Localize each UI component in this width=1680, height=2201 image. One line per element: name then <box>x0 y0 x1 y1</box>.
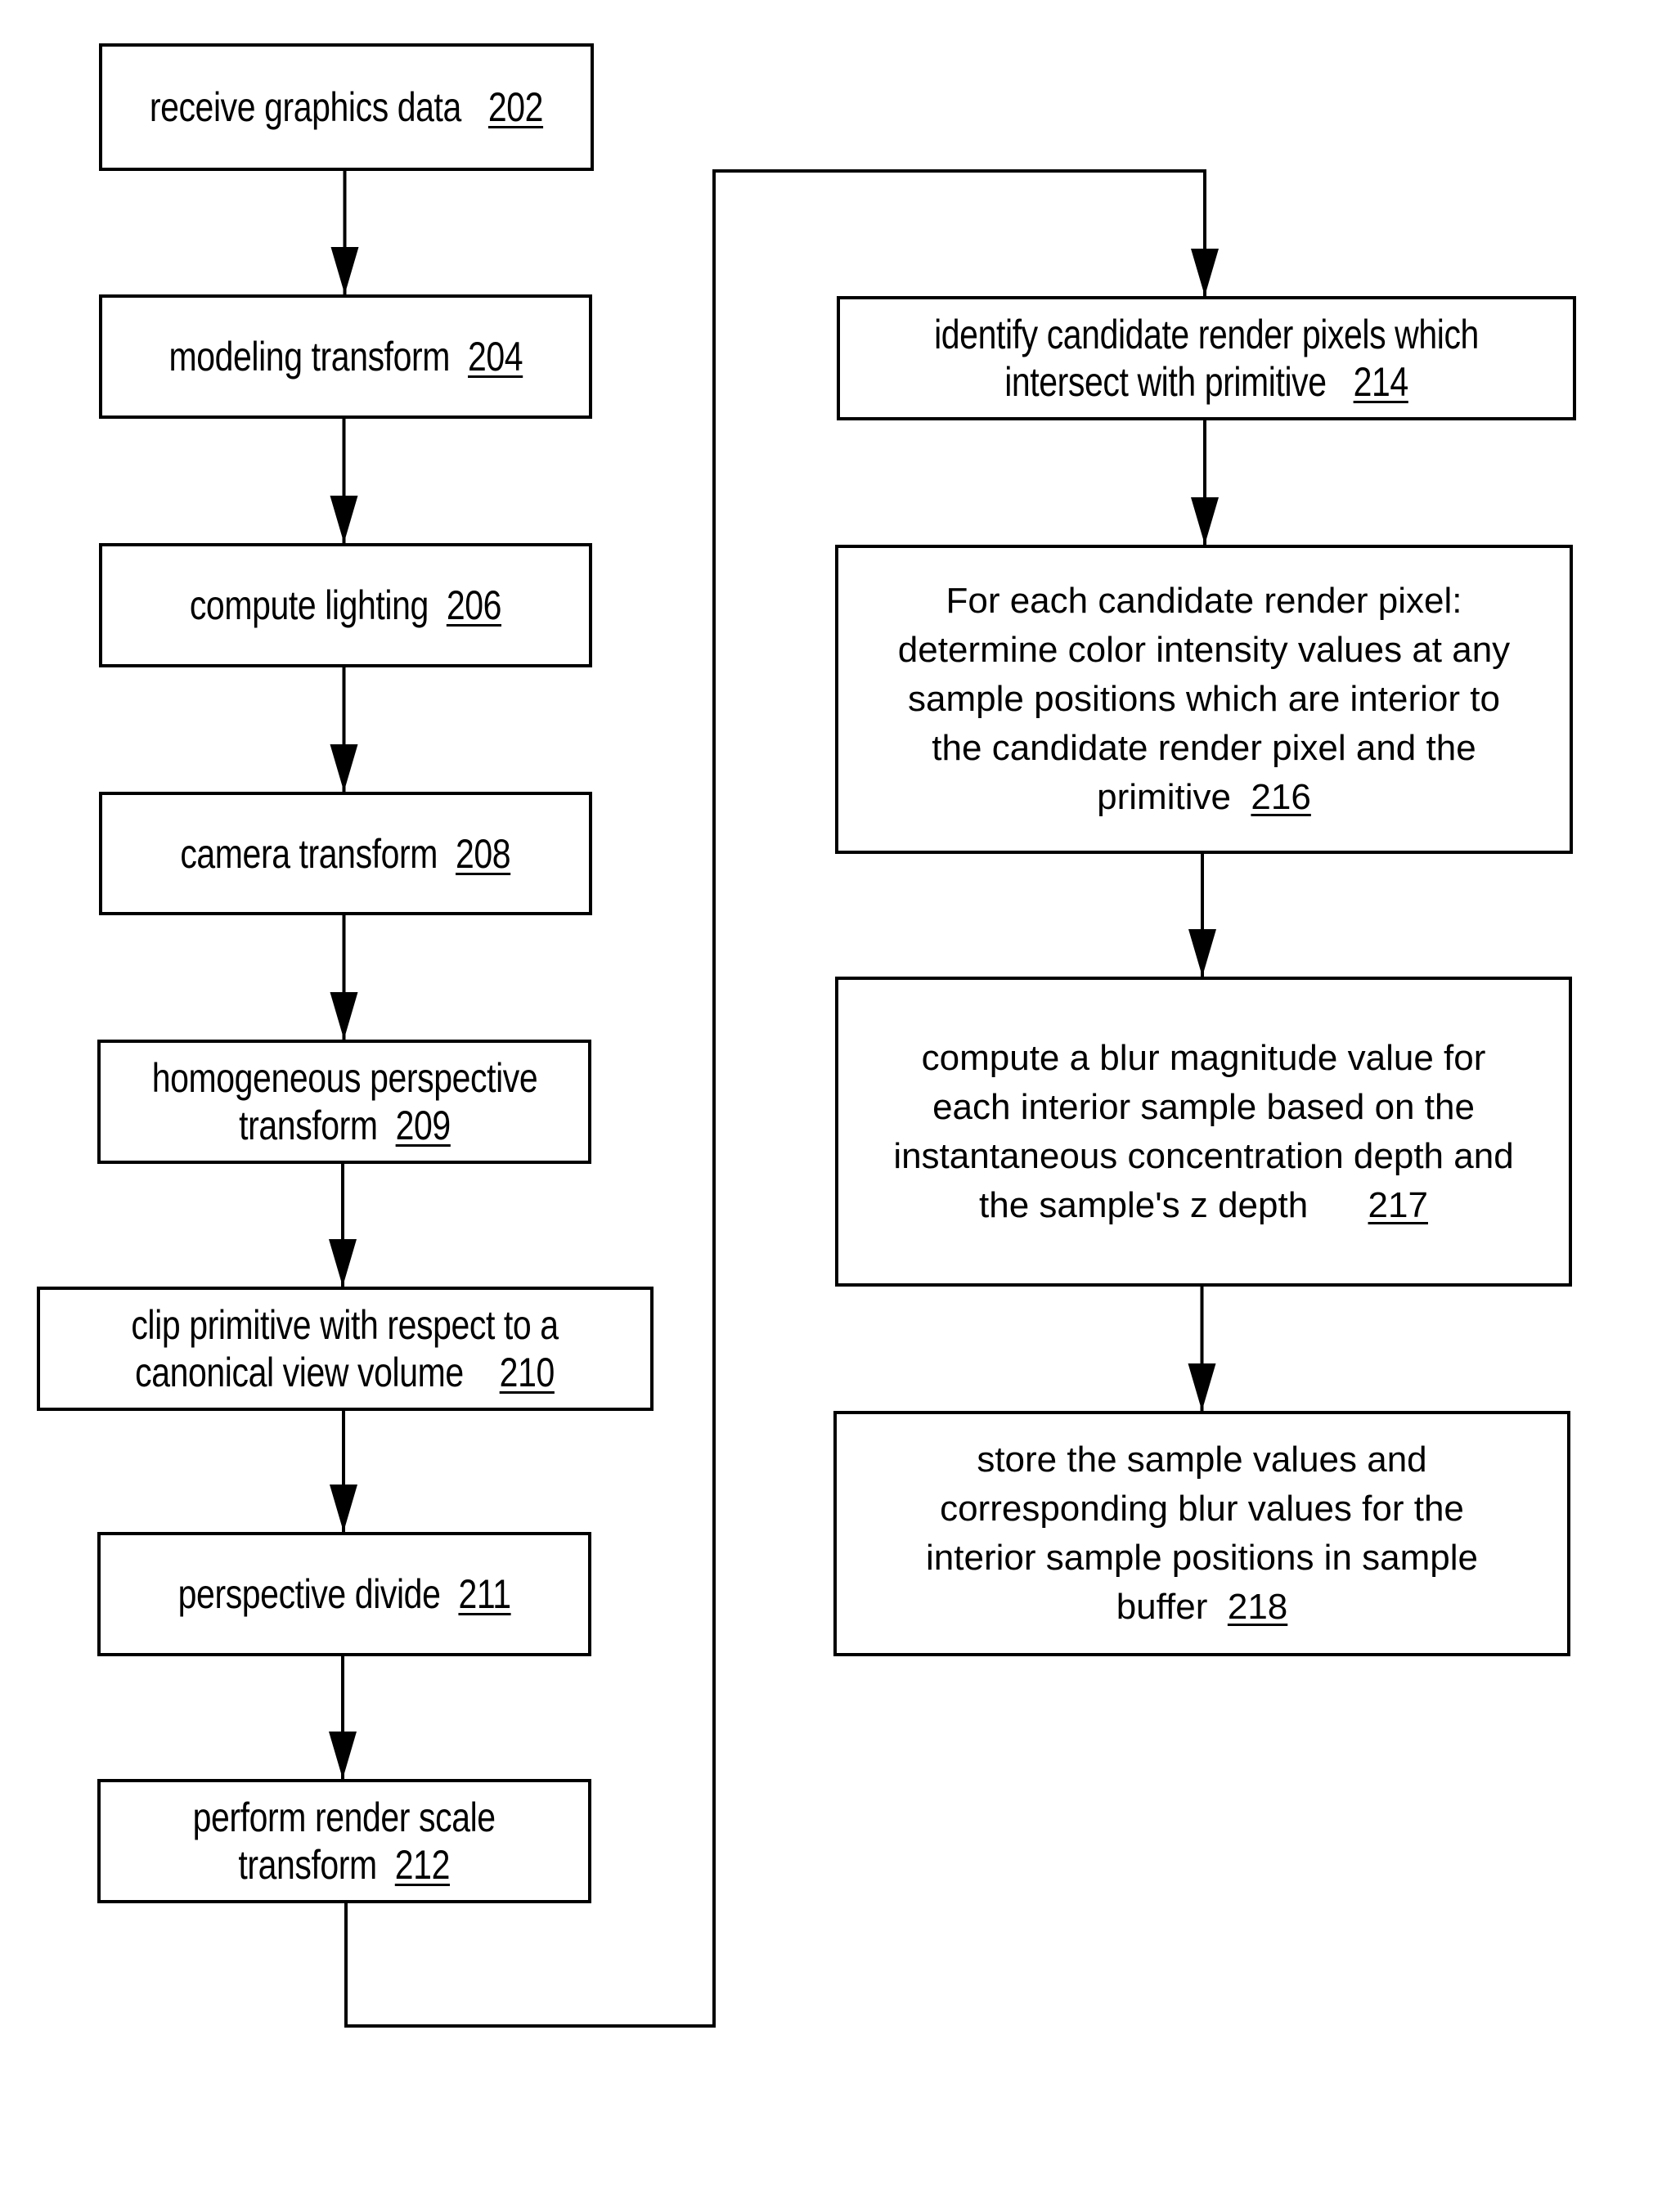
ref-number: 217 <box>1368 1184 1428 1225</box>
step-modeling-transform: modeling transform 204 <box>99 294 592 419</box>
step-label: perform render scale transform 212 <box>192 1794 496 1888</box>
ref-number: 210 <box>500 1350 555 1395</box>
step-label: camera transform 208 <box>180 830 511 877</box>
ref-number: 211 <box>458 1571 511 1617</box>
ref-number: 212 <box>395 1842 451 1888</box>
step-label: homogeneous perspective transform 209 <box>151 1055 537 1148</box>
step-label: compute lighting 206 <box>189 582 502 628</box>
ref-number: 214 <box>1353 359 1409 405</box>
ref-number: 209 <box>395 1103 451 1148</box>
step-store-sample-values: store the sample values and corresponding… <box>833 1411 1570 1656</box>
step-homogeneous-perspective-transform: homogeneous perspective transform 209 <box>97 1040 591 1164</box>
edge-211-to-212-arrowhead <box>329 1732 357 1779</box>
edge-202-to-204-arrowhead <box>330 247 359 294</box>
step-identify-candidate-pixels: identify candidate render pixels which in… <box>837 296 1576 420</box>
step-label: perspective divide 211 <box>177 1571 511 1617</box>
ref-number: 204 <box>467 334 523 380</box>
edge-216-to-217-arrowhead <box>1188 929 1216 977</box>
step-clip-primitive: clip primitive with respect to a canonica… <box>37 1287 654 1411</box>
step-label: For each candidate render pixel: determin… <box>897 581 1511 817</box>
step-receive-graphics-data: receive graphics data 202 <box>99 43 594 171</box>
edge-204-to-206-arrowhead <box>330 496 358 543</box>
edge-214-to-216-arrowhead <box>1191 497 1219 545</box>
step-label: identify candidate render pixels which in… <box>934 312 1479 405</box>
step-label: clip primitive with respect to a canonica… <box>131 1302 559 1395</box>
edge-208-to-209-arrowhead <box>330 992 358 1040</box>
step-render-scale-transform: perform render scale transform 212 <box>97 1779 591 1903</box>
ref-number: 206 <box>446 582 502 628</box>
ref-number: 218 <box>1227 1587 1288 1627</box>
step-compute-blur-magnitude: compute a blur magnitude value for each i… <box>835 977 1572 1287</box>
ref-number: 216 <box>1251 777 1311 817</box>
edge-206-to-208-arrowhead <box>330 744 358 792</box>
edge-217-to-218-arrowhead <box>1188 1363 1216 1411</box>
step-label: receive graphics data 202 <box>149 84 544 130</box>
step-compute-lighting: compute lighting 206 <box>99 543 592 667</box>
step-camera-transform: camera transform 208 <box>99 792 592 915</box>
edge-210-to-211-arrowhead <box>330 1485 357 1532</box>
edge-209-to-210-arrowhead <box>329 1239 357 1287</box>
edge-212-to-214-arrowhead <box>1191 249 1219 296</box>
step-label: store the sample values and corresponding… <box>926 1440 1478 1627</box>
step-determine-color-intensity: For each candidate render pixel: determin… <box>835 545 1573 854</box>
step-label: compute a blur magnitude value for each i… <box>893 1037 1514 1225</box>
step-perspective-divide: perspective divide 211 <box>97 1532 591 1656</box>
ref-number: 202 <box>487 84 544 130</box>
ref-number: 208 <box>456 830 511 877</box>
step-label: modeling transform 204 <box>168 334 523 380</box>
